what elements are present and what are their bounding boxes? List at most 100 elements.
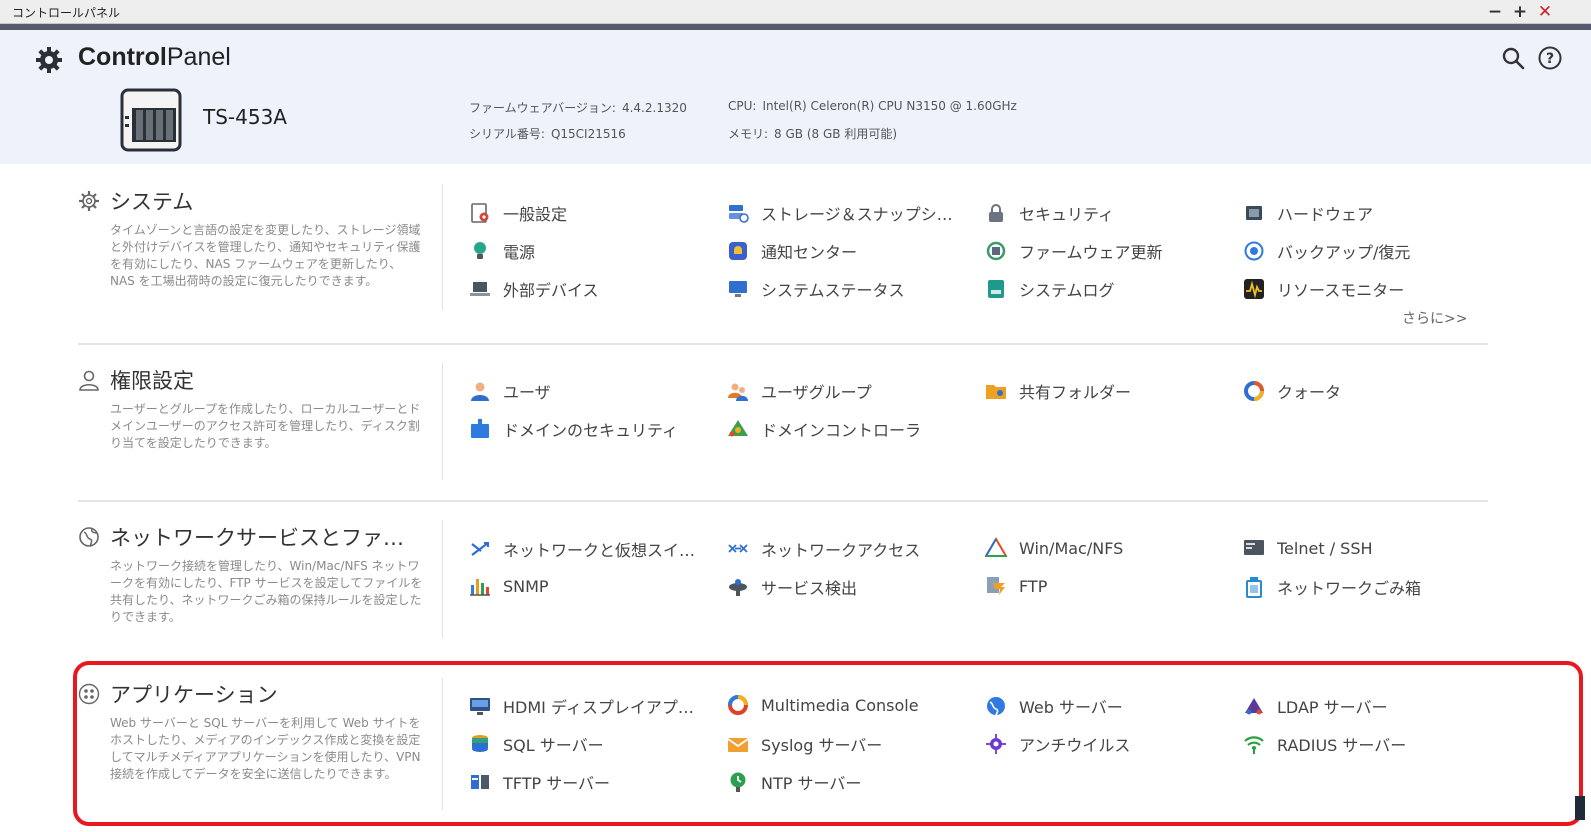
quota-icon	[1243, 380, 1265, 402]
app-system-item-5[interactable]: 電源	[469, 239, 535, 263]
close-button[interactable]: ✕	[1534, 0, 1556, 24]
lock-icon	[985, 202, 1007, 224]
bulb-icon	[469, 240, 491, 262]
app-system-item-8[interactable]: バックアップ/復元	[1243, 239, 1410, 263]
recycle-bin-icon	[1243, 576, 1265, 598]
app-system-item-12[interactable]: リソースモニター	[1243, 277, 1404, 301]
app-label: Telnet / SSH	[1277, 538, 1373, 558]
apps-grid-icon	[78, 683, 100, 705]
app-system-item-4[interactable]: ハードウェア	[1243, 201, 1373, 225]
app-label: 外部デバイス	[503, 281, 599, 300]
app-label: Win/Mac/NFS	[1019, 538, 1124, 558]
app-network-item-2[interactable]: ネットワークアクセス	[727, 537, 920, 561]
app-network-item-8[interactable]: ネットワークごみ箱	[1243, 575, 1421, 599]
app-network-item-7[interactable]: FTP	[985, 575, 1047, 597]
app-network-item-4[interactable]: Telnet / SSH	[1243, 537, 1373, 559]
ftp-icon	[985, 575, 1007, 597]
app-network-item-5[interactable]: SNMP	[469, 575, 549, 597]
app-applications-item-2[interactable]: Multimedia Console	[727, 694, 919, 716]
wifi-icon	[1243, 733, 1265, 755]
app-system-item-11[interactable]: システムログ	[985, 277, 1115, 301]
database-icon	[469, 733, 491, 755]
app-label: FTP	[1019, 576, 1048, 596]
app-label: ストレージ＆スナップシ…	[761, 205, 953, 224]
search-icon[interactable]	[1500, 45, 1526, 71]
more-link[interactable]: さらに>>	[1402, 308, 1467, 328]
app-system-item-2[interactable]: ストレージ＆スナップシ…	[727, 201, 953, 225]
serial-number: シリアル番号: Q15CI21516	[469, 127, 626, 141]
app-applications-item-7[interactable]: アンチウイルス	[985, 732, 1130, 756]
memory-info: メモリ: 8 GB (8 GB 利用可能)	[728, 127, 898, 141]
app-label: Web サーバー	[1019, 698, 1123, 717]
app-applications-item-8[interactable]: RADIUS サーバー	[1243, 732, 1406, 756]
app-label: クォータ	[1277, 383, 1342, 402]
section-title-system: システム	[78, 186, 193, 216]
general-settings-icon	[469, 202, 491, 224]
app-applications-item-9[interactable]: TFTP サーバー	[469, 770, 610, 794]
clock-icon	[727, 771, 749, 793]
app-applications-item-3[interactable]: Web サーバー	[985, 694, 1123, 718]
app-system-item-6[interactable]: 通知センター	[727, 239, 857, 263]
minimize-button[interactable]: −	[1484, 0, 1506, 24]
app-label: ユーザ	[503, 383, 551, 402]
app-permissions-item-3[interactable]: 共有フォルダー	[985, 379, 1131, 403]
app-label: ネットワークアクセス	[761, 541, 921, 560]
app-label: RADIUS サーバー	[1277, 736, 1407, 755]
network-switch-icon	[469, 538, 491, 560]
mail-icon	[727, 733, 749, 755]
app-system-item-10[interactable]: システムステータス	[727, 277, 905, 301]
app-applications-item-6[interactable]: Syslog サーバー	[727, 732, 882, 756]
app-label: セキュリティ	[1019, 205, 1115, 224]
antivirus-icon	[985, 733, 1007, 755]
app-network-item-3[interactable]: Win/Mac/NFS	[985, 537, 1123, 559]
app-permissions-item-5[interactable]: ドメインのセキュリティ	[469, 417, 678, 441]
app-label: HDMI ディスプレイアプ…	[503, 698, 694, 717]
app-system-item-1[interactable]: 一般設定	[469, 201, 567, 225]
page-title: ControlPanel	[78, 43, 231, 71]
service-discovery-icon	[727, 576, 749, 598]
shared-folder-icon	[985, 380, 1007, 402]
help-icon[interactable]: ?	[1537, 45, 1563, 71]
app-label: LDAP サーバー	[1277, 698, 1388, 717]
app-system-item-7[interactable]: ファームウェア更新	[985, 239, 1163, 263]
app-applications-item-4[interactable]: LDAP サーバー	[1243, 694, 1387, 718]
gear-icon	[36, 47, 62, 73]
window-titlebar: コントロールパネル − + ✕	[0, 0, 1591, 24]
app-applications-item-10[interactable]: NTP サーバー	[727, 770, 861, 794]
app-permissions-item-2[interactable]: ユーザグループ	[727, 379, 872, 403]
section-separator	[78, 500, 1488, 502]
app-system-item-9[interactable]: 外部デバイス	[469, 277, 599, 301]
terminal-icon	[1243, 537, 1265, 559]
app-label: 一般設定	[503, 205, 568, 224]
monitor-icon	[727, 278, 749, 300]
section-separator	[78, 343, 1488, 345]
app-network-item-1[interactable]: ネットワークと仮想スイ…	[469, 537, 695, 561]
cpu-info: CPU: Intel(R) Celeron(R) CPU N3150 @ 1.60…	[728, 99, 1017, 113]
nas-device-icon	[120, 88, 182, 152]
scrollbar-thumb[interactable]	[1575, 796, 1585, 820]
maximize-button[interactable]: +	[1509, 0, 1531, 24]
app-label: 電源	[503, 243, 536, 262]
tftp-icon	[469, 771, 491, 793]
app-network-item-6[interactable]: サービス検出	[727, 575, 857, 599]
section-title-applications: アプリケーション	[78, 679, 278, 709]
domain-controller-icon	[727, 418, 749, 440]
svg-text:?: ?	[1546, 51, 1554, 67]
app-label: リソースモニター	[1277, 281, 1405, 300]
app-applications-item-5[interactable]: SQL サーバー	[469, 732, 604, 756]
notification-icon	[727, 240, 749, 262]
app-permissions-item-6[interactable]: ドメインコントローラ	[727, 417, 921, 441]
window-title: コントロールパネル	[12, 6, 121, 20]
network-access-icon	[727, 538, 749, 560]
app-applications-item-1[interactable]: HDMI ディスプレイアプ…	[469, 694, 694, 718]
app-label: ドメインコントローラ	[761, 421, 922, 440]
app-label: システムステータス	[761, 281, 905, 300]
app-label: 通知センター	[761, 243, 858, 262]
app-permissions-item-1[interactable]: ユーザ	[469, 379, 551, 403]
hardware-icon	[1243, 202, 1265, 224]
section-divider	[442, 363, 443, 480]
section-description-system: タイムゾーンと言語の設定を変更したり、ストレージ領域と外付けデバイスを管理したり…	[110, 223, 421, 288]
app-system-item-3[interactable]: セキュリティ	[985, 201, 1114, 225]
hdmi-display-icon	[469, 695, 491, 717]
app-permissions-item-4[interactable]: クォータ	[1243, 379, 1341, 403]
